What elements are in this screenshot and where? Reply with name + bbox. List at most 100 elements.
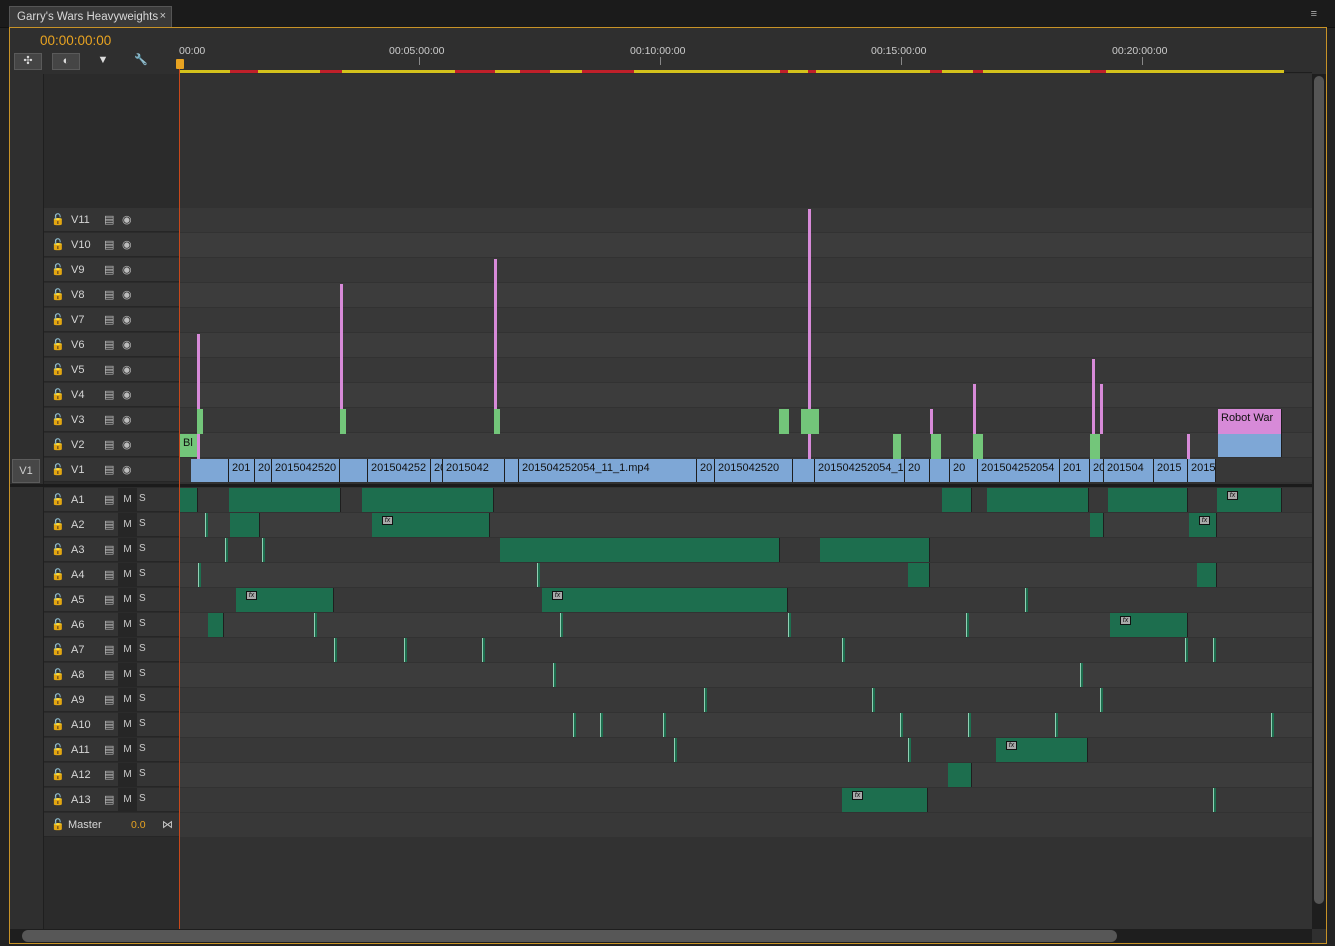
audio-clip[interactable]: [229, 488, 341, 512]
eye-icon[interactable]: ◉: [122, 238, 132, 251]
v1-clip[interactable]: 201504252054_1: [815, 459, 905, 482]
track-name[interactable]: V10: [71, 239, 91, 251]
sync-lock-icon[interactable]: ▤: [104, 643, 114, 656]
lock-icon[interactable]: 🔓: [51, 743, 65, 756]
v1-clip[interactable]: 201504: [1104, 459, 1154, 482]
audio-clip-sliver[interactable]: [334, 638, 337, 662]
track-name[interactable]: V4: [71, 389, 84, 401]
audio-clip[interactable]: [942, 488, 972, 512]
pink-stacked-clip[interactable]: [1187, 434, 1190, 459]
wrench-icon[interactable]: 🔧: [127, 53, 155, 70]
audio-clip-sliver[interactable]: [966, 613, 969, 637]
v2-clip[interactable]: [1218, 434, 1282, 457]
track-name[interactable]: V7: [71, 314, 84, 326]
v1-clip[interactable]: 20: [431, 459, 443, 482]
audio-clip-sliver[interactable]: [198, 563, 201, 587]
sync-lock-icon[interactable]: ▤: [104, 388, 114, 401]
sync-lock-icon[interactable]: ▤: [104, 768, 114, 781]
audio-clip[interactable]: fx: [236, 588, 334, 612]
lock-icon[interactable]: 🔓: [51, 543, 65, 556]
lock-icon[interactable]: 🔓: [51, 213, 65, 226]
time-ruler[interactable]: 00:00 00:05:00:00 00:10:00:00 00:15:00:0…: [179, 43, 1312, 73]
track-name[interactable]: A6: [71, 619, 84, 631]
playhead-timecode[interactable]: 00:00:00:00: [40, 33, 111, 48]
track-name[interactable]: A3: [71, 544, 84, 556]
lock-icon[interactable]: 🔓: [51, 718, 65, 731]
work-area-bar[interactable]: [179, 70, 1284, 73]
track-name[interactable]: A2: [71, 519, 84, 531]
lock-icon[interactable]: 🔓: [51, 518, 65, 531]
track-name[interactable]: V3: [71, 414, 84, 426]
sync-lock-icon[interactable]: ▤: [104, 518, 114, 531]
track-name[interactable]: A4: [71, 569, 84, 581]
mute-button[interactable]: M: [118, 538, 137, 562]
solo-button[interactable]: S: [139, 568, 146, 579]
eye-icon[interactable]: ◉: [122, 363, 132, 376]
audio-clip[interactable]: [180, 488, 198, 512]
audio-clip[interactable]: [1197, 563, 1217, 587]
track-name[interactable]: A7: [71, 644, 84, 656]
green-video-clip[interactable]: [973, 434, 983, 459]
mute-button[interactable]: M: [118, 563, 137, 587]
v1-clip[interactable]: [793, 459, 815, 482]
lock-icon[interactable]: 🔓: [51, 288, 65, 301]
audio-clip[interactable]: fx: [1110, 613, 1188, 637]
audio-clip-sliver[interactable]: [225, 538, 228, 562]
audio-clip-sliver[interactable]: [704, 688, 707, 712]
sync-lock-icon[interactable]: ▤: [104, 313, 114, 326]
solo-button[interactable]: S: [139, 593, 146, 604]
v1-clip[interactable]: 201504252: [368, 459, 431, 482]
green-video-clip[interactable]: [779, 409, 789, 434]
playhead-handle[interactable]: [176, 59, 184, 69]
audio-clip-sliver[interactable]: [404, 638, 407, 662]
audio-clip-sliver[interactable]: [262, 538, 265, 562]
green-video-clip[interactable]: [931, 434, 941, 459]
marker-icon[interactable]: ▼: [89, 53, 117, 70]
pink-stacked-clip[interactable]: [197, 334, 200, 459]
audio-clip-sliver[interactable]: [1100, 688, 1103, 712]
audio-clip-sliver[interactable]: [1213, 638, 1216, 662]
audio-clip-sliver[interactable]: [663, 713, 666, 737]
audio-clip[interactable]: [230, 513, 260, 537]
v1-clip[interactable]: 2015042520: [715, 459, 793, 482]
track-lane[interactable]: [180, 383, 1312, 407]
lock-icon[interactable]: 🔓: [51, 493, 65, 506]
audio-clip-sliver[interactable]: [872, 688, 875, 712]
solo-button[interactable]: S: [139, 693, 146, 704]
track-name[interactable]: V6: [71, 339, 84, 351]
solo-button[interactable]: S: [139, 493, 146, 504]
snap-icon[interactable]: ✣: [14, 53, 42, 70]
sync-lock-icon[interactable]: ▤: [104, 593, 114, 606]
audio-clip[interactable]: [500, 538, 780, 562]
horizontal-scroll-thumb[interactable]: [22, 930, 1117, 942]
lock-icon[interactable]: 🔓: [51, 768, 65, 781]
lock-icon[interactable]: 🔓: [51, 618, 65, 631]
track-lane[interactable]: [180, 688, 1312, 712]
track-lane[interactable]: [180, 208, 1312, 232]
track-lane[interactable]: [180, 563, 1312, 587]
mute-button[interactable]: M: [118, 738, 137, 762]
audio-clip[interactable]: [820, 538, 930, 562]
solo-button[interactable]: S: [139, 768, 146, 779]
track-name[interactable]: A1: [71, 494, 84, 506]
track-name[interactable]: A8: [71, 669, 84, 681]
v2-clip[interactable]: Bl: [180, 434, 198, 457]
green-video-clip[interactable]: [494, 409, 500, 434]
v1-clip[interactable]: 201: [1060, 459, 1090, 482]
lock-icon[interactable]: 🔓: [51, 693, 65, 706]
audio-clip-sliver[interactable]: [600, 713, 603, 737]
sync-lock-icon[interactable]: ▤: [104, 288, 114, 301]
sync-lock-icon[interactable]: ▤: [104, 568, 114, 581]
v1-clip[interactable]: [930, 459, 950, 482]
track-lane[interactable]: [180, 638, 1312, 662]
track-lane[interactable]: [180, 763, 1312, 787]
solo-button[interactable]: S: [139, 668, 146, 679]
audio-clip[interactable]: [948, 763, 972, 787]
track-lane[interactable]: [180, 813, 1312, 837]
sync-lock-icon[interactable]: ▤: [104, 263, 114, 276]
lock-icon[interactable]: 🔓: [51, 388, 65, 401]
v1-clip[interactable]: 201504252054_11_1.mp4: [519, 459, 697, 482]
track-name[interactable]: V1: [71, 464, 84, 476]
mute-button[interactable]: M: [118, 638, 137, 662]
sync-lock-icon[interactable]: ▤: [104, 213, 114, 226]
